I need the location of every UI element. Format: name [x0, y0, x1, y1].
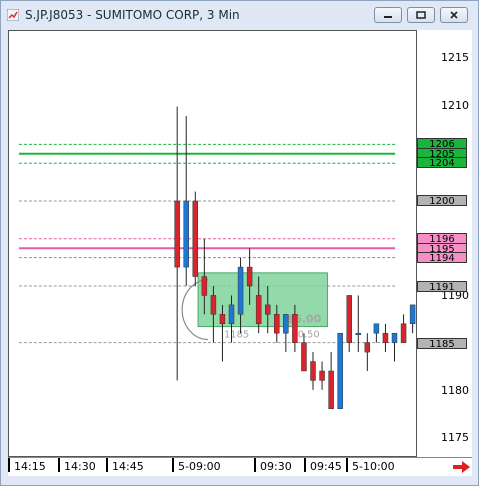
candle-up: [183, 200, 189, 268]
price-tick-label: 1180: [441, 383, 469, 397]
candle-down: [264, 304, 271, 315]
minimize-icon: [384, 16, 392, 18]
price-level-box: 1194: [417, 252, 467, 264]
time-separator: [254, 458, 256, 472]
candle-down: [301, 342, 307, 372]
candle-down: [246, 266, 253, 287]
price-axis[interactable]: 1215 1210 1190 1180 1175 1206 1205 1204 1200 1196…: [417, 30, 472, 457]
candle-down: [174, 200, 180, 268]
time-tick-label: 14:45: [112, 460, 144, 473]
price-level-box: 1191: [417, 280, 467, 293]
candle-up: [283, 314, 289, 334]
candle-down: [310, 361, 316, 381]
candle-down: [346, 295, 352, 343]
time-separator: [346, 458, 348, 472]
chart-window: S.JP.J8053 - SUMITOMO CORP, 3 Min $6.00 …: [0, 0, 479, 486]
close-icon: [450, 11, 458, 19]
candle-up: [237, 266, 244, 315]
candle-up: [391, 332, 398, 343]
candle-down: [319, 370, 325, 381]
candle-up: [337, 332, 343, 409]
scroll-right-arrow-icon[interactable]: [453, 461, 471, 473]
time-separator: [8, 458, 10, 472]
time-tick-label: 5-10:00: [352, 460, 395, 473]
position-qty-label: 0.50: [298, 330, 320, 341]
candle-down: [210, 295, 217, 315]
maximize-icon: [416, 11, 426, 19]
close-button[interactable]: [440, 7, 468, 23]
time-separator: [172, 458, 174, 472]
candle-up: [355, 332, 362, 335]
minimize-button[interactable]: [374, 7, 402, 23]
position-pl-label: $6.00: [287, 313, 322, 326]
price-level-box: 1185: [417, 337, 467, 350]
price-tick-label: 1210: [441, 98, 469, 112]
time-separator: [58, 458, 60, 472]
title-bar[interactable]: S.JP.J8053 - SUMITOMO CORP, 3 Min: [1, 1, 478, 29]
time-axis[interactable]: 14:15 14:30 14:45 5-09:00 09:30 09:45 5-10:00: [8, 457, 472, 476]
candle-down: [201, 276, 208, 296]
time-tick-label: 09:30: [260, 460, 292, 473]
candle-down: [192, 200, 199, 277]
time-tick-label: 14:30: [64, 460, 96, 473]
candle-down: [382, 332, 389, 343]
time-separator: [304, 458, 306, 472]
price-level-box: 1204: [417, 157, 467, 169]
time-separator: [106, 458, 108, 472]
candle-down: [400, 323, 407, 343]
position-entry-label: 1185: [224, 330, 249, 341]
time-tick-label: 5-09:00: [178, 460, 221, 473]
price-level-box: 1200: [417, 195, 467, 207]
candle-down: [364, 342, 371, 353]
app-icon: [7, 9, 19, 21]
candle-up: [228, 304, 235, 325]
candle-down: [274, 314, 280, 334]
candle-up: [409, 304, 416, 325]
price-tick-label: 1215: [441, 51, 469, 65]
price-chart[interactable]: $6.00 1185 0.50: [8, 30, 417, 457]
price-tick-label: 1175: [441, 431, 469, 445]
time-tick-label: 14:15: [14, 460, 46, 473]
window-title: S.JP.J8053 - SUMITOMO CORP, 3 Min: [25, 8, 240, 22]
candle-up: [373, 323, 380, 334]
candle-down: [219, 314, 226, 325]
candle-down: [328, 370, 334, 409]
candle-down: [255, 295, 262, 325]
candle-down: [292, 314, 298, 343]
time-tick-label: 09:45: [310, 460, 342, 473]
maximize-button[interactable]: [407, 7, 435, 23]
